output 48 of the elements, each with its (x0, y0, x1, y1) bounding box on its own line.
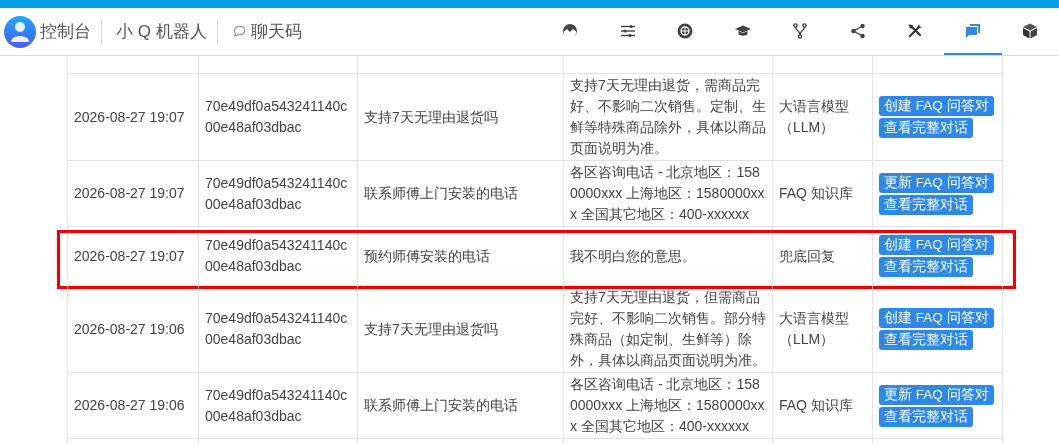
tools-icon (907, 22, 924, 39)
action-button[interactable]: 查看完整对话 (879, 118, 973, 138)
chat-bubbles-icon (964, 22, 981, 39)
time-cell: 2026-08-27 19:06 (67, 373, 198, 439)
source-cell: FAQ 知识库 (772, 161, 872, 227)
answer-cell: 支持7天无理由退货，需商品完好、不影响二次销售。定制、生鲜等特殊商品除外，具体以商品页面说明为准。 (563, 74, 772, 161)
question-cell: 联系师傅上门安装的电话 (357, 161, 563, 227)
time-cell: 2026-08-27 19:07 (67, 74, 198, 161)
source-cell: 兜底回复 (772, 227, 872, 286)
landscape-chart-icon (562, 22, 579, 39)
action-button[interactable]: 创建 FAQ 问答对 (879, 235, 994, 255)
nav-link[interactable]: 小 Q 机器人 (116, 20, 207, 43)
time-cell: 2026-08-27 19:06 (67, 286, 198, 373)
time-cell: 2026-08-27 19:07 (67, 161, 198, 227)
cube-icon (1022, 22, 1039, 39)
avatar-icon (4, 15, 36, 48)
question-cell: 支持7天无理由退货吗 (357, 286, 563, 373)
branch-icon (792, 22, 809, 39)
action-button[interactable]: 查看完整对话 (879, 330, 973, 350)
action-button[interactable]: 更新 FAQ 问答对 (879, 172, 994, 193)
answer-cell: 我不明白您的意思。 (563, 227, 772, 286)
source-cell: FAQ 知识库 (772, 373, 872, 439)
circle-emblem-icon (677, 22, 694, 39)
question-cell: 预约师傅安装的电话 (357, 227, 563, 286)
action-button[interactable]: 更新 FAQ 问答对 (879, 384, 994, 405)
speech-bubble-icon (231, 24, 247, 39)
action-button[interactable]: 查看完整对话 (879, 257, 973, 277)
share-icon (849, 22, 866, 39)
source-cell: 大语言模型（LLM） (772, 286, 872, 373)
action-button[interactable]: 查看完整对话 (879, 194, 973, 215)
console-link[interactable]: 控制台 (40, 20, 91, 43)
source-cell: 大语言模型（LLM） (772, 74, 872, 161)
action-button[interactable]: 创建 FAQ 问答对 (879, 96, 994, 116)
id-cell: 70e49df0a543241140c00e48af03dbac (198, 74, 357, 161)
question-cell: 联系师傅上门安装的电话 (357, 373, 563, 439)
time-cell: 2026-08-27 19:07 (67, 227, 198, 286)
id-cell: 70e49df0a543241140c00e48af03dbac (198, 286, 357, 373)
answer-cell: 各区咨询电话 - 北京地区：1580000xxx 上海地区：1580000xxx 全国其它地区：400-xxxxxx (563, 161, 772, 227)
id-cell: 70e49df0a543241140c00e48af03dbac (198, 373, 357, 439)
question-cell: 支持7天无理由退货吗 (357, 74, 563, 161)
id-cell: 70e49df0a543241140c00e48af03dbac (198, 161, 357, 227)
action-button[interactable]: 查看完整对话 (879, 406, 973, 427)
nav-link[interactable]: 聊天码 (231, 20, 302, 43)
sliders-icon (619, 22, 636, 39)
answer-cell: 支持7天无理由退货，但需商品完好、不影响二次销售。部分特殊商品（如定制、生鲜等）除外，具体以商品页面说明为准。 (563, 286, 772, 373)
action-button[interactable]: 创建 FAQ 问答对 (879, 308, 994, 328)
id-cell: 70e49df0a543241140c00e48af03dbac (198, 227, 357, 286)
answer-cell: 各区咨询电话 - 北京地区：1580000xxx 上海地区：1580000xxx 全国其它地区：400-xxxxxx (563, 373, 772, 439)
